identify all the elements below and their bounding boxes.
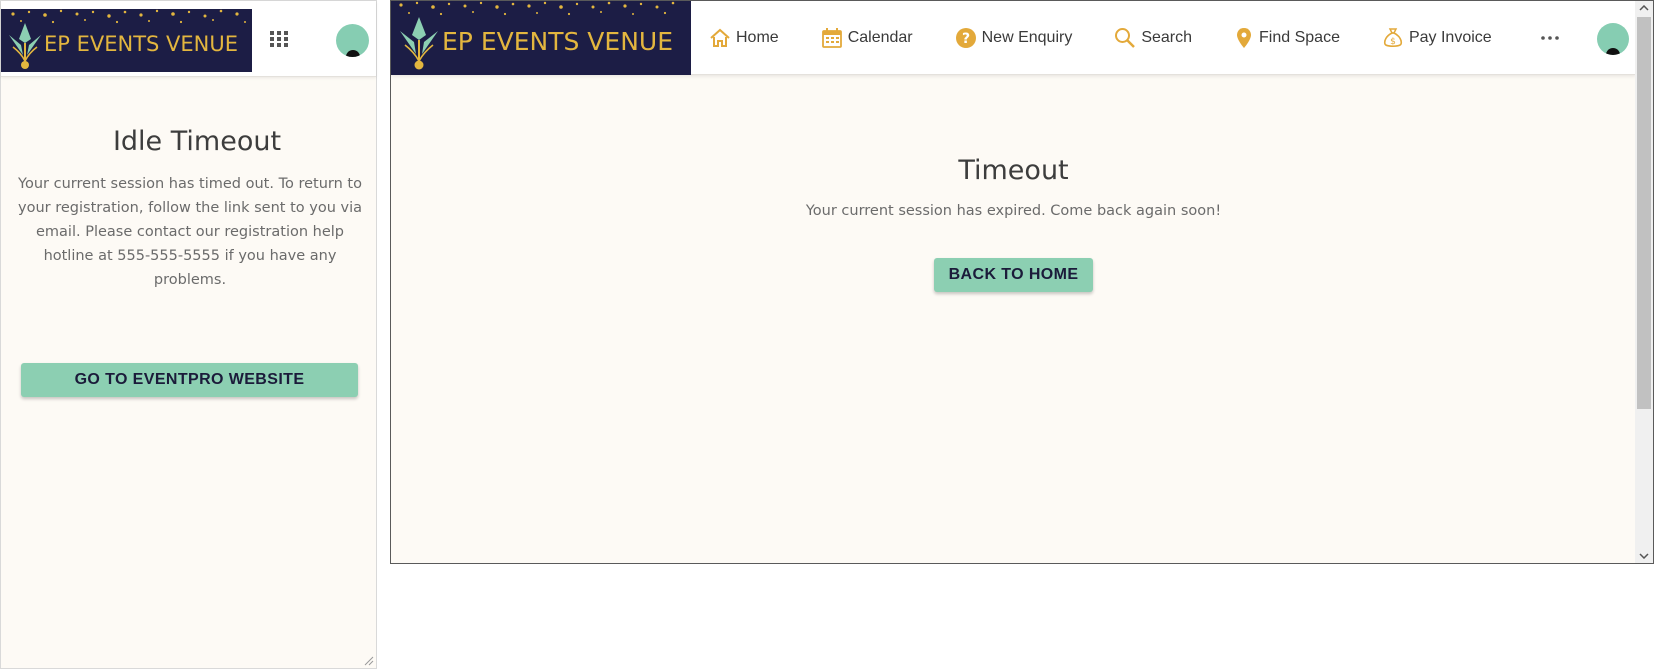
- svg-text:?: ?: [962, 31, 970, 47]
- logo-text: EP EVENTS VENUE: [442, 27, 673, 56]
- user-avatar-icon[interactable]: [336, 24, 369, 57]
- nav-item-home[interactable]: Home: [709, 28, 779, 48]
- map-pin-icon: [1237, 28, 1252, 48]
- more-dots-icon[interactable]: [1539, 28, 1561, 48]
- nav-item-label: New Enquiry: [981, 29, 1073, 46]
- logo-text: EP EVENTS VENUE: [44, 32, 239, 56]
- idle-timeout-title: Idle Timeout: [112, 126, 282, 157]
- resize-grip-icon[interactable]: [362, 654, 374, 666]
- go-to-eventpro-website-button[interactable]: GO TO EVENTPRO WEBSITE: [21, 363, 358, 397]
- idle-timeout-panel: EP EVENTS VENUE Idle Timeout Your curren…: [0, 0, 377, 669]
- top-navigation-bar: EP EVENTS VENUE Home Calendar ? New Enqu…: [391, 1, 1636, 75]
- scroll-down-arrow-icon[interactable]: [1635, 549, 1653, 563]
- ep-events-venue-logo[interactable]: EP EVENTS VENUE: [391, 1, 691, 75]
- home-icon: [710, 28, 730, 47]
- nav-item-label: Pay Invoice: [1408, 29, 1492, 46]
- nav-item-new-enquiry[interactable]: ? New Enquiry: [955, 27, 1073, 49]
- calendar-icon: [821, 28, 842, 48]
- search-icon: [1115, 28, 1136, 48]
- nav-item-label: Calendar: [847, 29, 913, 46]
- vertical-scrollbar[interactable]: [1635, 1, 1653, 563]
- timeout-window: EP EVENTS VENUE Home Calendar ? New Enqu…: [390, 0, 1654, 564]
- nav-item-find-space[interactable]: Find Space: [1234, 27, 1340, 49]
- svg-text:$: $: [1390, 37, 1396, 47]
- left-header: EP EVENTS VENUE: [1, 1, 376, 77]
- nav-item-calendar[interactable]: Calendar: [821, 27, 913, 49]
- nav-item-label: Search: [1141, 29, 1193, 46]
- main-nav: Home Calendar ? New Enquiry Search Find …: [709, 1, 1534, 75]
- timeout-title: Timeout: [958, 155, 1069, 186]
- scrollbar-thumb[interactable]: [1637, 17, 1651, 409]
- back-to-home-button[interactable]: BACK TO HOME: [934, 258, 1093, 292]
- nav-item-search[interactable]: Search: [1114, 27, 1192, 49]
- timeout-message: Your current session has expired. Come b…: [805, 203, 1222, 219]
- ep-events-venue-logo[interactable]: EP EVENTS VENUE: [1, 9, 252, 72]
- apps-grid-icon[interactable]: [269, 30, 289, 48]
- nav-item-label: Home: [736, 29, 779, 46]
- money-bag-icon: $: [1383, 28, 1403, 48]
- question-icon: ?: [955, 28, 976, 48]
- nav-item-pay-invoice[interactable]: $ Pay Invoice: [1382, 27, 1492, 49]
- nav-item-label: Find Space: [1259, 29, 1340, 46]
- idle-timeout-message: Your current session has timed out. To r…: [18, 176, 362, 288]
- scroll-up-arrow-icon[interactable]: [1635, 1, 1653, 15]
- user-avatar-icon[interactable]: [1597, 23, 1629, 55]
